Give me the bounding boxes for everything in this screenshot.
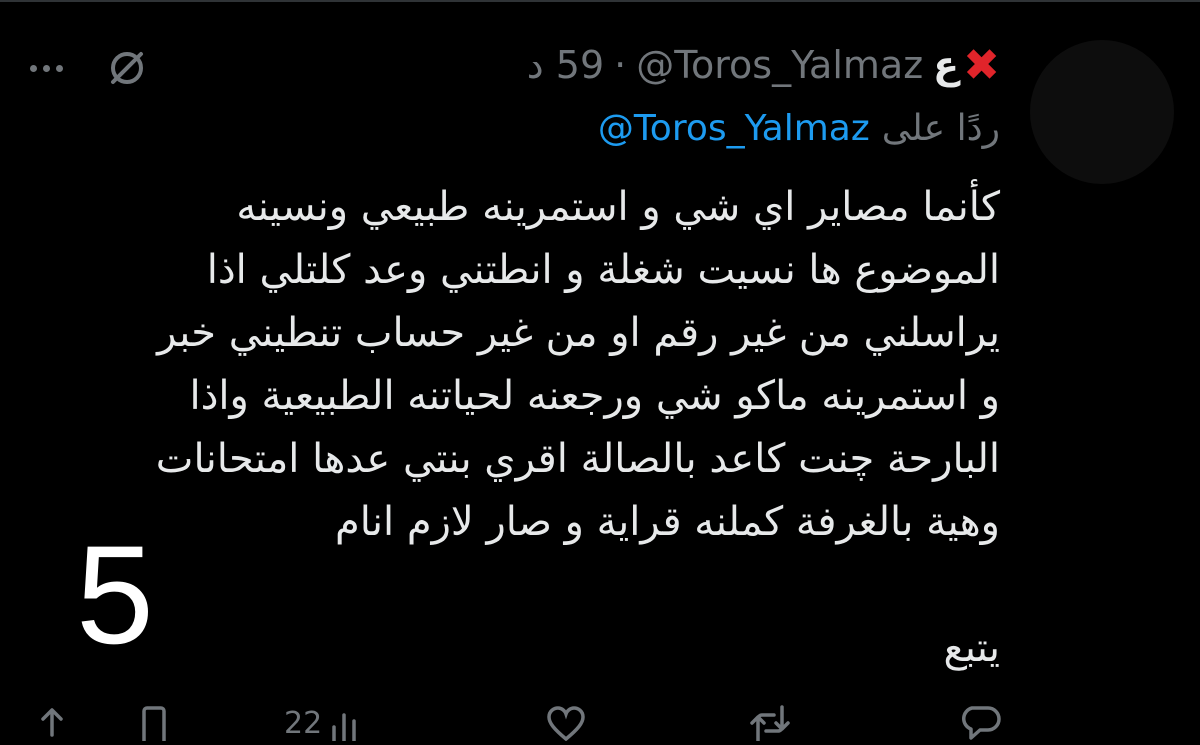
bookmark-icon <box>142 706 166 741</box>
reply-button[interactable] <box>958 705 1002 741</box>
overlay-number: 5 <box>76 516 154 673</box>
reply-to-handle-link[interactable]: @Toros_Yalmaz <box>598 108 870 149</box>
reply-to-line: ردًا على @Toros_Yalmaz <box>598 108 1000 149</box>
tweet-header: ع ✖ @Toros_Yalmaz · 59 د <box>527 40 1000 91</box>
top-divider <box>0 0 1200 2</box>
tweet-time[interactable]: 59 د <box>527 43 604 87</box>
tweet-action-bar: 22 <box>0 705 1200 745</box>
tweet-top-icons <box>30 46 149 90</box>
display-name[interactable]: ع ✖ <box>933 40 1000 91</box>
share-icon <box>41 708 63 737</box>
views-count: 22 <box>284 705 323 741</box>
tweet-text-line: كأنما مصاير اي شي و استمرينه طبيعي ونسين… <box>236 184 1000 230</box>
views-button[interactable]: 22 <box>284 705 360 741</box>
share-button[interactable] <box>34 705 70 741</box>
tweet-text-line: الموضوع ها نسيت شغلة و انطتني وعد كلتلي … <box>206 247 1000 293</box>
tweet-text-line: يراسلني من غير رقم او من غير حساب تنطيني… <box>157 310 1000 356</box>
tweet-text-line: وهية بالغرفة كملنه قراية و صار لازم انام <box>334 499 1000 545</box>
retweet-icon <box>750 705 790 741</box>
heart-icon <box>547 706 585 741</box>
slashed-circle-icon[interactable] <box>105 46 149 90</box>
more-dots-icon[interactable] <box>30 64 63 72</box>
tweet-text-line: البارحة چنت كاعد بالصالة اقري بنتي عدها … <box>155 436 1000 482</box>
avatar[interactable] <box>1030 40 1174 184</box>
display-name-text: ع <box>933 43 960 87</box>
views-bar-chart-icon <box>332 713 356 741</box>
tweet-text: كأنما مصاير اي شي و استمرينه طبيعي ونسين… <box>40 176 1000 680</box>
like-button[interactable] <box>546 705 586 741</box>
red-x-icon: ✖ <box>963 39 1000 91</box>
continue-label: يتبع <box>943 625 1000 671</box>
retweet-button[interactable] <box>748 705 792 741</box>
bookmark-button[interactable] <box>136 705 172 741</box>
comment-bubble-icon <box>962 706 1001 740</box>
meta-separator: · <box>614 43 627 87</box>
reply-prefix: ردًا على <box>881 108 1000 149</box>
tweet-text-line: و استمرينه ماكو شي ورجعنه لحياتنه الطبيع… <box>189 373 1000 419</box>
user-handle[interactable]: @Toros_Yalmaz <box>636 43 923 87</box>
